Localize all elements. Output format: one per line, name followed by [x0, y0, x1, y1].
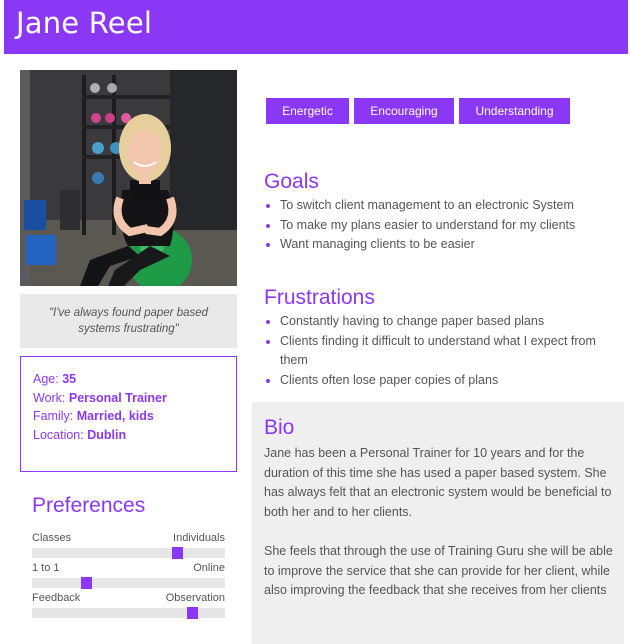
family-value: Married, kids	[76, 409, 154, 423]
preference-slider-one-to-one: 1 to 1 Online	[32, 562, 225, 589]
persona-name: Jane Reel	[16, 6, 153, 40]
goal-item: To make my plans easier to understand fo…	[264, 216, 624, 236]
frustration-item: Constantly having to change paper based …	[264, 312, 616, 332]
persona-photo	[20, 70, 237, 286]
trait-tag: Encouraging	[354, 98, 454, 124]
family-label: Family:	[33, 409, 77, 423]
bio-title: Bio	[264, 416, 295, 439]
trait-tag: Understanding	[459, 98, 570, 124]
preferences-title: Preferences	[32, 494, 146, 517]
goals-title: Goals	[264, 170, 319, 193]
pref-right-label: Online	[193, 562, 225, 574]
bio-paragraph: She feels that through the use of Traini…	[264, 544, 613, 597]
age-value: 35	[62, 372, 77, 386]
frustrations-title: Frustrations	[264, 286, 375, 309]
pref-left-label: 1 to 1	[32, 562, 60, 574]
pref-left-label: Feedback	[32, 592, 81, 604]
age-label: Age:	[33, 372, 63, 386]
pref-right-label: Individuals	[173, 532, 225, 544]
frustrations-list: Constantly having to change paper based …	[264, 312, 616, 390]
slider-knob[interactable]	[81, 577, 93, 589]
trait-tag: Energetic	[266, 98, 349, 124]
slider-track	[32, 547, 225, 559]
bio-panel: Bio Jane has been a Personal Trainer for…	[252, 402, 624, 644]
preference-slider-classes: Classes Individuals	[32, 532, 225, 559]
bio-paragraph: Jane has been a Personal Trainer for 10 …	[264, 446, 612, 519]
location-label: Location:	[33, 427, 88, 442]
work-label: Work:	[33, 390, 69, 405]
pref-left-label: Classes	[32, 532, 72, 544]
frustration-item: Clients finding it difficult to understa…	[264, 332, 616, 371]
family-line: Family: Married, kids	[33, 407, 236, 426]
location-value: Dublin	[87, 427, 127, 442]
goal-item: Want managing clients to be easier	[264, 235, 624, 255]
persona-quote: "I've always found paper based systems f…	[20, 294, 237, 348]
goals-list: To switch client management to an electr…	[264, 196, 624, 255]
preference-slider-feedback: Feedback Observation	[32, 592, 225, 619]
work-line: Work: Personal Trainer	[33, 389, 236, 408]
slider-track	[32, 607, 225, 619]
frustration-item: Clients often lose paper copies of plans	[264, 371, 616, 391]
trait-tags: Energetic Encouraging Understanding	[266, 98, 575, 124]
demographics-box: Age: 35 Work: Personal Trainer Family: M…	[20, 356, 237, 472]
goal-item: To switch client management to an electr…	[264, 196, 624, 216]
location-line: Location: Dublin	[33, 426, 236, 445]
slider-knob[interactable]	[172, 547, 184, 559]
pref-right-label: Observation	[165, 592, 225, 604]
slider-knob[interactable]	[186, 607, 198, 619]
slider-track	[32, 577, 225, 589]
header-bar: Jane Reel	[4, 0, 628, 54]
work-value: Personal Trainer	[68, 390, 167, 405]
age-line: Age: 35	[33, 370, 236, 389]
